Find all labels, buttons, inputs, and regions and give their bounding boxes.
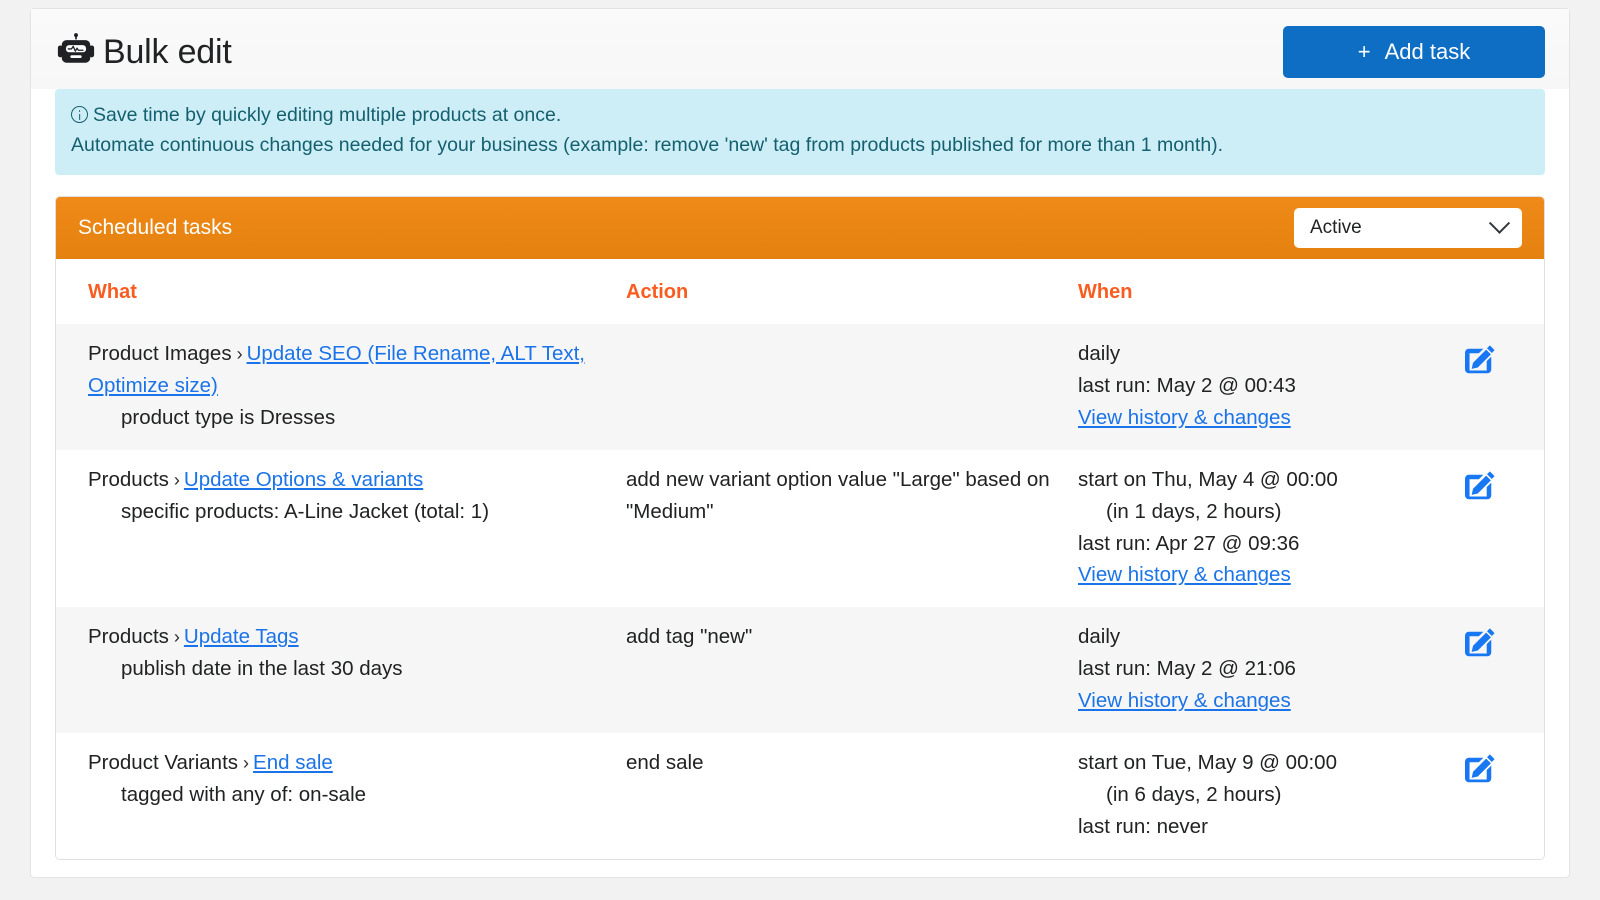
cell-edit <box>1440 733 1545 859</box>
column-header-when: When <box>1068 259 1440 324</box>
task-type-link[interactable]: Update Options & variants <box>184 468 423 491</box>
column-header-actions <box>1440 259 1545 324</box>
info-banner-text-1: Save time by quickly editing multiple pr… <box>93 104 561 126</box>
task-target-prefix: Product Variants <box>88 751 238 774</box>
cell-action: end sale <box>616 733 1068 859</box>
edit-task-button[interactable] <box>1458 623 1500 665</box>
task-target: Product Images›Update SEO (File Rename, … <box>88 338 606 402</box>
table-row: Product Images›Update SEO (File Rename, … <box>56 324 1545 450</box>
column-header-action: Action <box>616 259 1068 324</box>
task-filter-description: publish date in the last 30 days <box>88 653 606 685</box>
status-filter-value: Active <box>1310 217 1362 239</box>
add-task-label: Add task <box>1385 39 1471 65</box>
info-banner-line-1: Save time by quickly editing multiple pr… <box>71 101 1529 131</box>
cell-action: add tag "new" <box>616 607 1068 733</box>
schedule-line: start on Thu, May 4 @ 00:00 <box>1078 464 1430 496</box>
task-target: Products›Update Options & variants <box>88 464 606 496</box>
task-filter-description: specific products: A-Line Jacket (total:… <box>88 496 606 528</box>
main-card: Bulk edit + Add task Save time by quickl… <box>30 8 1570 878</box>
task-target-prefix: Product Images <box>88 342 232 365</box>
edit-task-button[interactable] <box>1458 749 1500 791</box>
table-body: Product Images›Update SEO (File Rename, … <box>56 324 1545 860</box>
cell-what: Products›Update Options & variantsspecif… <box>56 450 616 608</box>
edit-pencil-icon <box>1458 496 1500 511</box>
schedule-line: daily <box>1078 621 1430 653</box>
edit-task-button[interactable] <box>1458 340 1500 382</box>
task-filter-description: tagged with any of: on-sale <box>88 779 606 811</box>
scheduled-tasks-title: Scheduled tasks <box>78 216 232 240</box>
breadcrumb-separator-icon: › <box>232 344 247 364</box>
task-filter-description: product type is Dresses <box>88 402 606 434</box>
task-target-prefix: Products <box>88 468 169 491</box>
schedule-line: last run: never <box>1078 811 1430 843</box>
plus-icon: + <box>1358 39 1371 65</box>
schedule-line: start on Tue, May 9 @ 00:00 <box>1078 747 1430 779</box>
schedule-line: last run: Apr 27 @ 09:36 <box>1078 528 1430 560</box>
task-type-link[interactable]: End sale <box>253 751 333 774</box>
schedule-line: last run: May 2 @ 21:06 <box>1078 653 1430 685</box>
task-type-link[interactable]: Update Tags <box>184 625 299 648</box>
cell-edit <box>1440 324 1545 450</box>
cell-when: start on Thu, May 4 @ 00:00(in 1 days, 2… <box>1068 450 1440 608</box>
info-circle-icon <box>71 106 88 123</box>
table-header-row: What Action When <box>56 259 1545 324</box>
cell-what: Product Variants›End saletagged with any… <box>56 733 616 859</box>
task-target: Products›Update Tags <box>88 621 606 653</box>
cell-action: add new variant option value "Large" bas… <box>616 450 1068 608</box>
cell-when: dailylast run: May 2 @ 00:43View history… <box>1068 324 1440 450</box>
title-group: Bulk edit <box>57 33 232 71</box>
cell-edit <box>1440 450 1545 608</box>
schedule-line: (in 1 days, 2 hours) <box>1078 496 1430 528</box>
table-row: Products›Update Tagspublish date in the … <box>56 607 1545 733</box>
table-row: Products›Update Options & variantsspecif… <box>56 450 1545 608</box>
edit-task-button[interactable] <box>1458 466 1500 508</box>
scheduled-tasks-header: Scheduled tasks Active <box>56 197 1544 259</box>
edit-pencil-icon <box>1458 370 1500 385</box>
breadcrumb-separator-icon: › <box>238 753 253 773</box>
info-banner: Save time by quickly editing multiple pr… <box>55 89 1545 175</box>
column-header-what: What <box>56 259 616 324</box>
cell-action <box>616 324 1068 450</box>
schedule-line: daily <box>1078 338 1430 370</box>
scheduled-tasks-table: What Action When Product Images›Update S… <box>56 259 1545 860</box>
page-root: Bulk edit + Add task Save time by quickl… <box>0 0 1600 900</box>
cell-when: dailylast run: May 2 @ 21:06View history… <box>1068 607 1440 733</box>
table-head: What Action When <box>56 259 1545 324</box>
page-title: Bulk edit <box>103 35 232 69</box>
schedule-line: (in 6 days, 2 hours) <box>1078 779 1430 811</box>
schedule-line: last run: May 2 @ 00:43 <box>1078 370 1430 402</box>
status-filter-select[interactable]: Active <box>1294 208 1522 248</box>
cell-when: start on Tue, May 9 @ 00:00(in 6 days, 2… <box>1068 733 1440 859</box>
robot-icon <box>57 33 95 71</box>
scheduled-tasks-panel: Scheduled tasks Active What Action When … <box>55 196 1545 861</box>
edit-pencil-icon <box>1458 779 1500 794</box>
chevron-down-icon <box>1489 213 1510 234</box>
view-history-link[interactable]: View history & changes <box>1078 402 1430 434</box>
add-task-button[interactable]: + Add task <box>1283 26 1545 78</box>
view-history-link[interactable]: View history & changes <box>1078 559 1430 591</box>
breadcrumb-separator-icon: › <box>169 470 184 490</box>
cell-what: Product Images›Update SEO (File Rename, … <box>56 324 616 450</box>
info-banner-line-2: Automate continuous changes needed for y… <box>71 131 1529 161</box>
cell-edit <box>1440 607 1545 733</box>
view-history-link[interactable]: View history & changes <box>1078 685 1430 717</box>
task-target: Product Variants›End sale <box>88 747 606 779</box>
cell-what: Products›Update Tagspublish date in the … <box>56 607 616 733</box>
app-header: Bulk edit + Add task <box>31 9 1569 89</box>
breadcrumb-separator-icon: › <box>169 627 184 647</box>
task-target-prefix: Products <box>88 625 169 648</box>
edit-pencil-icon <box>1458 653 1500 668</box>
table-row: Product Variants›End saletagged with any… <box>56 733 1545 859</box>
